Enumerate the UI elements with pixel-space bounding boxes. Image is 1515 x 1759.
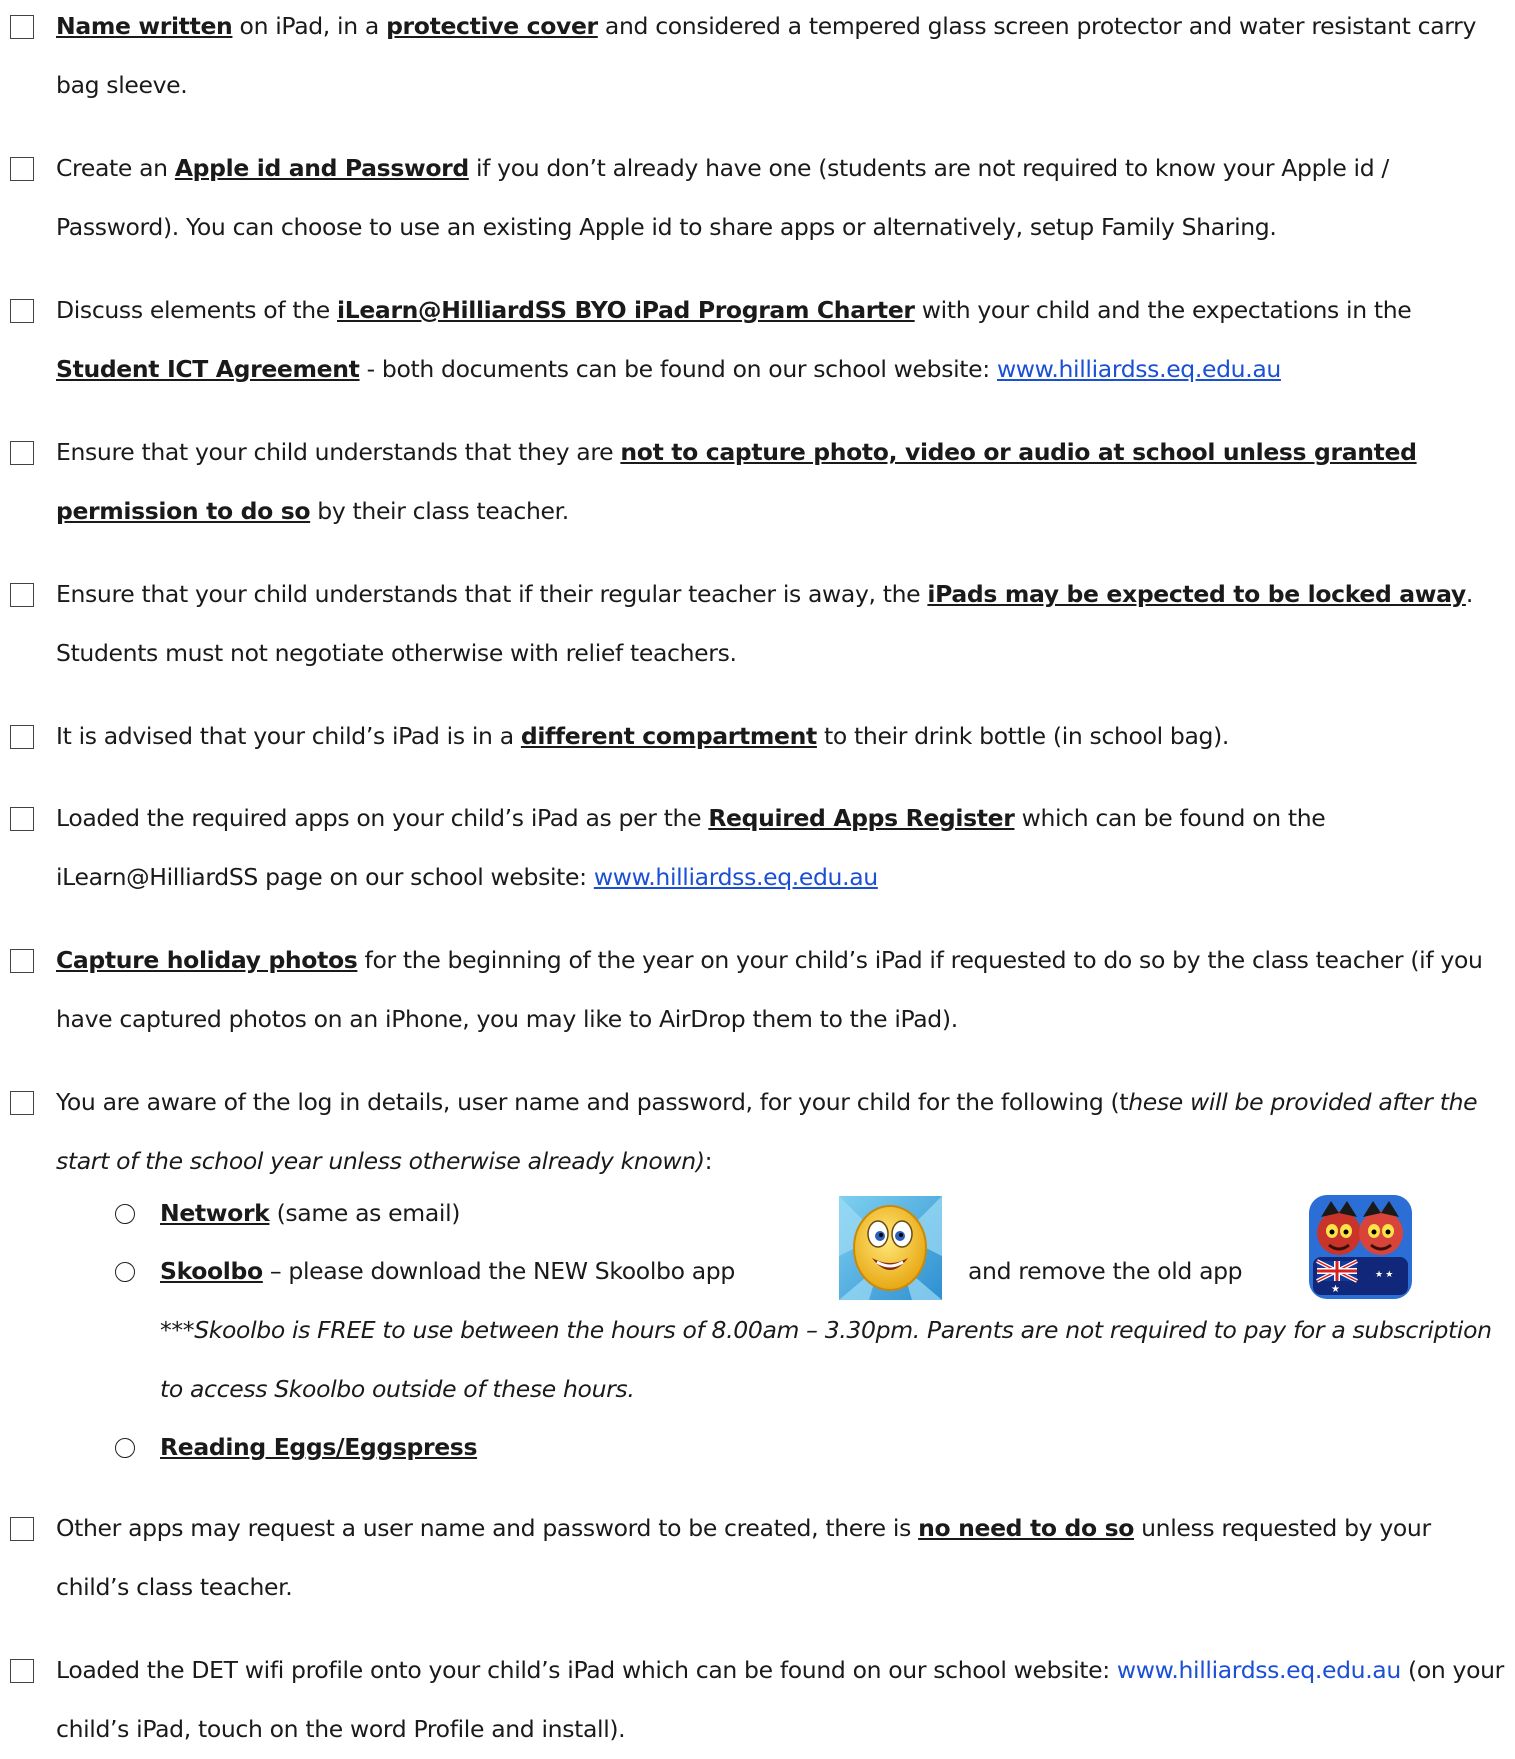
item-text: :	[704, 1147, 713, 1175]
emphasis-text: Student ICT Agreement	[56, 355, 360, 383]
checkbox[interactable]	[10, 15, 34, 39]
skoolbo-remove-text: and remove the old app	[968, 1257, 1243, 1285]
skoolbo-new-app-icon	[839, 1196, 942, 1300]
item-text: by their class teacher.	[310, 497, 569, 525]
checkbox[interactable]	[10, 807, 34, 831]
website-link[interactable]: www.hilliardss.eq.edu.au	[1117, 1656, 1401, 1684]
item-text: Create an	[56, 154, 175, 182]
checklist-item-8: Capture holiday photos for the beginning…	[10, 931, 1506, 1049]
emphasis-text: Name written	[56, 12, 233, 40]
svg-text:★: ★	[1331, 1284, 1340, 1295]
checkbox[interactable]	[10, 725, 34, 749]
network-text: (same as email)	[269, 1199, 461, 1227]
checkbox[interactable]	[10, 583, 34, 607]
checklist-item-9: You are aware of the log in details, use…	[10, 1073, 1506, 1191]
checkbox[interactable]	[10, 441, 34, 465]
checkbox[interactable]	[10, 1517, 34, 1541]
bullet-skoolbo	[115, 1262, 135, 1282]
skoolbo-text: – please download the NEW Skoolbo app	[262, 1257, 735, 1285]
checklist-item-3: Discuss elements of the iLearn@HilliardS…	[10, 281, 1506, 399]
checklist-item-6: It is advised that your child’s iPad is …	[10, 707, 1506, 766]
checklist-item-4: Ensure that your child understands that …	[10, 423, 1506, 541]
item-text: Discuss elements of the	[56, 296, 338, 324]
sub-item-skoolbo: Skoolbo – please download the NEW Skoolb…	[160, 1242, 735, 1301]
emphasis-text: Required Apps Register	[708, 804, 1015, 832]
item-text: - both documents can be found on our sch…	[359, 355, 997, 383]
checkbox[interactable]	[10, 157, 34, 181]
item-text: Loaded the DET wifi profile onto your ch…	[56, 1656, 1117, 1684]
checklist-item-10: Other apps may request a user name and p…	[10, 1499, 1506, 1617]
emphasis-text: Capture holiday photos	[56, 946, 358, 974]
checkbox[interactable]	[10, 949, 34, 973]
item-text: Ensure that your child understands that …	[56, 580, 928, 608]
reading-eggs-label: Reading Eggs/Eggspress	[160, 1433, 478, 1461]
checklist-item-2: Create an Apple id and Password if you d…	[10, 139, 1506, 257]
website-link[interactable]: www.hilliardss.eq.edu.au	[997, 355, 1281, 383]
network-label: Network	[160, 1199, 270, 1227]
website-link[interactable]: www.hilliardss.eq.edu.au	[594, 863, 878, 891]
item-text: to their drink bottle (in school bag).	[816, 722, 1230, 750]
checklist-item-7: Loaded the required apps on your child’s…	[10, 789, 1506, 907]
sub-item-network: Network (same as email)	[160, 1184, 460, 1243]
checklist-item-1: Name written on iPad, in a protective co…	[10, 0, 1506, 115]
skoolbo-note: ***Skoolbo is FREE to use between the ho…	[160, 1316, 1492, 1403]
item-text: Ensure that your child understands that …	[56, 438, 621, 466]
emphasis-text: iLearn@HilliardSS BYO iPad Program Chart…	[337, 296, 915, 324]
item-text: It is advised that your child’s iPad is …	[56, 722, 521, 750]
checklist-item-11: Loaded the DET wifi profile onto your ch…	[10, 1641, 1506, 1759]
emphasis-text: iPads may be expected to be locked away	[927, 580, 1466, 608]
checkbox[interactable]	[10, 1091, 34, 1115]
svg-text:★ ★: ★ ★	[1375, 1270, 1393, 1280]
checkbox[interactable]	[10, 299, 34, 323]
item-text: Loaded the required apps on your child’s…	[56, 804, 709, 832]
checklist-item-5: Ensure that your child understands that …	[10, 565, 1506, 683]
item-text: with your child and the expectations in …	[914, 296, 1412, 324]
emphasis-text: no need to do so	[918, 1514, 1134, 1542]
bullet-network	[115, 1204, 135, 1224]
emphasis-text: protective cover	[386, 12, 598, 40]
skoolbo-old-app-icon: ★ ★ ★	[1309, 1195, 1412, 1299]
item-text: You are aware of the log in details, use…	[56, 1088, 1129, 1116]
skoolbo-label: Skoolbo	[160, 1257, 263, 1285]
bullet-reading-eggs	[115, 1438, 135, 1458]
emphasis-text: Apple id and Password	[174, 154, 469, 182]
emphasis-text: different compartment	[520, 722, 817, 750]
checkbox[interactable]	[10, 1659, 34, 1683]
item-text: on iPad, in a	[232, 12, 387, 40]
sub-item-reading-eggs: Reading Eggs/Eggspress	[160, 1418, 477, 1477]
item-text: Other apps may request a user name and p…	[56, 1514, 919, 1542]
